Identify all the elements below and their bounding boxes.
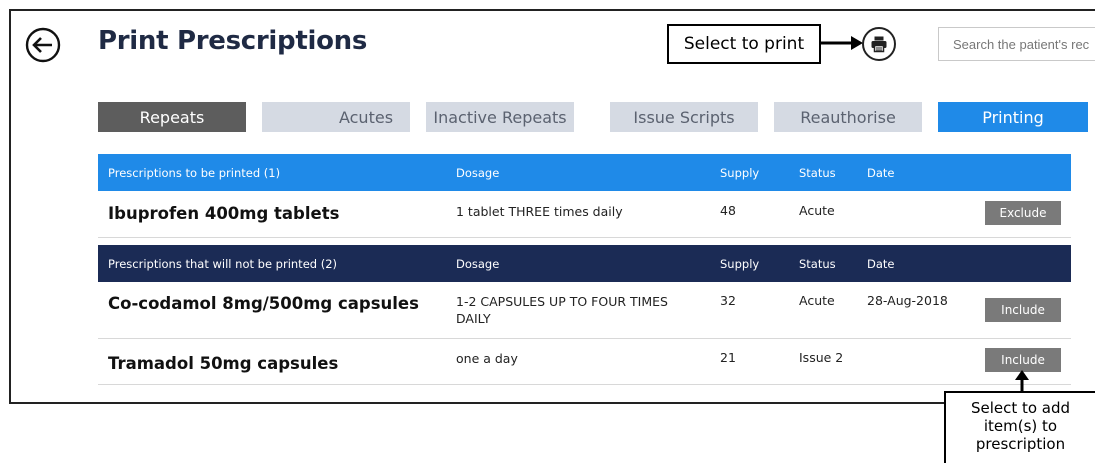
tab-label: Printing [982, 107, 1044, 127]
column-dosage: Dosage [456, 166, 500, 180]
include-button[interactable]: Include [985, 348, 1061, 372]
to-print-header: Prescriptions to be printed (1) Dosage S… [98, 154, 1071, 191]
supply-cell: 32 [720, 293, 736, 308]
column-status: Status [799, 257, 836, 271]
exclude-button[interactable]: Exclude [985, 201, 1061, 225]
include-callout-line: prescription [975, 435, 1066, 453]
dosage-cell: 1-2 CAPSULES UP TO FOUR TIMES DAILY [456, 294, 668, 326]
column-date: Date [867, 257, 895, 271]
tab-acutes[interactable]: Acutes [262, 102, 410, 132]
column-status: Status [799, 166, 836, 180]
prescriptions-table: Prescriptions to be printed (1) Dosage S… [98, 154, 1071, 385]
print-callout: Select to print [667, 24, 821, 64]
print-button[interactable] [862, 27, 896, 61]
tab-inactive-repeats[interactable]: Inactive Repeats [426, 102, 574, 132]
include-callout: Select to add item(s) to prescription [944, 391, 1095, 463]
tab-label: Issue Scripts [633, 107, 735, 127]
page-title: Print Prescriptions [98, 26, 368, 56]
tab-label: Acutes [338, 107, 394, 127]
search-placeholder: Search the patient's rec [953, 36, 1090, 52]
drug-name: Ibuprofen 400mg tablets [108, 204, 340, 223]
printer-icon [871, 36, 887, 53]
table-row: Tramadol 50mg capsules one a day 21 Issu… [98, 339, 1071, 385]
include-callout-line: Select to add [970, 399, 1071, 417]
dosage-cell: one a day [456, 351, 518, 366]
tab-label: Inactive Repeats [433, 107, 567, 127]
supply-cell: 48 [720, 203, 736, 218]
supply-cell: 21 [720, 350, 736, 365]
tab-label: Repeats [139, 107, 205, 127]
drug-name: Co-codamol 8mg/500mg capsules [108, 294, 419, 313]
status-cell: Issue 2 [799, 350, 844, 365]
tab-label: Reauthorise [800, 107, 896, 127]
not-printed-header: Prescriptions that will not be printed (… [98, 245, 1071, 282]
tab-repeats[interactable]: Repeats [98, 102, 246, 132]
include-callout-line: item(s) to [983, 417, 1058, 435]
to-print-title: Prescriptions to be printed (1) [108, 166, 281, 180]
tab-printing[interactable]: Printing [938, 102, 1088, 132]
column-supply: Supply [720, 257, 760, 271]
column-date: Date [867, 166, 895, 180]
tab-reauthorise[interactable]: Reauthorise [774, 102, 922, 132]
tab-issue-scripts[interactable]: Issue Scripts [610, 102, 758, 132]
column-dosage: Dosage [456, 257, 500, 271]
table-row: Co-codamol 8mg/500mg capsules 1-2 CAPSUL… [98, 282, 1071, 339]
dosage-cell: 1 tablet THREE times daily [456, 204, 623, 219]
status-cell: Acute [799, 293, 835, 308]
include-button[interactable]: Include [985, 298, 1061, 322]
column-supply: Supply [720, 166, 760, 180]
callout-arrow-icon [821, 36, 863, 50]
print-callout-text: Select to print [683, 34, 805, 54]
not-printed-title: Prescriptions that will not be printed (… [108, 257, 338, 271]
patient-search-input[interactable]: Search the patient's rec [938, 27, 1095, 61]
table-row: Ibuprofen 400mg tablets 1 tablet THREE t… [98, 191, 1071, 238]
drug-name: Tramadol 50mg capsules [108, 354, 339, 373]
status-cell: Acute [799, 203, 835, 218]
date-cell: 28-Aug-2018 [867, 293, 948, 308]
back-arrow-icon[interactable] [25, 27, 61, 63]
